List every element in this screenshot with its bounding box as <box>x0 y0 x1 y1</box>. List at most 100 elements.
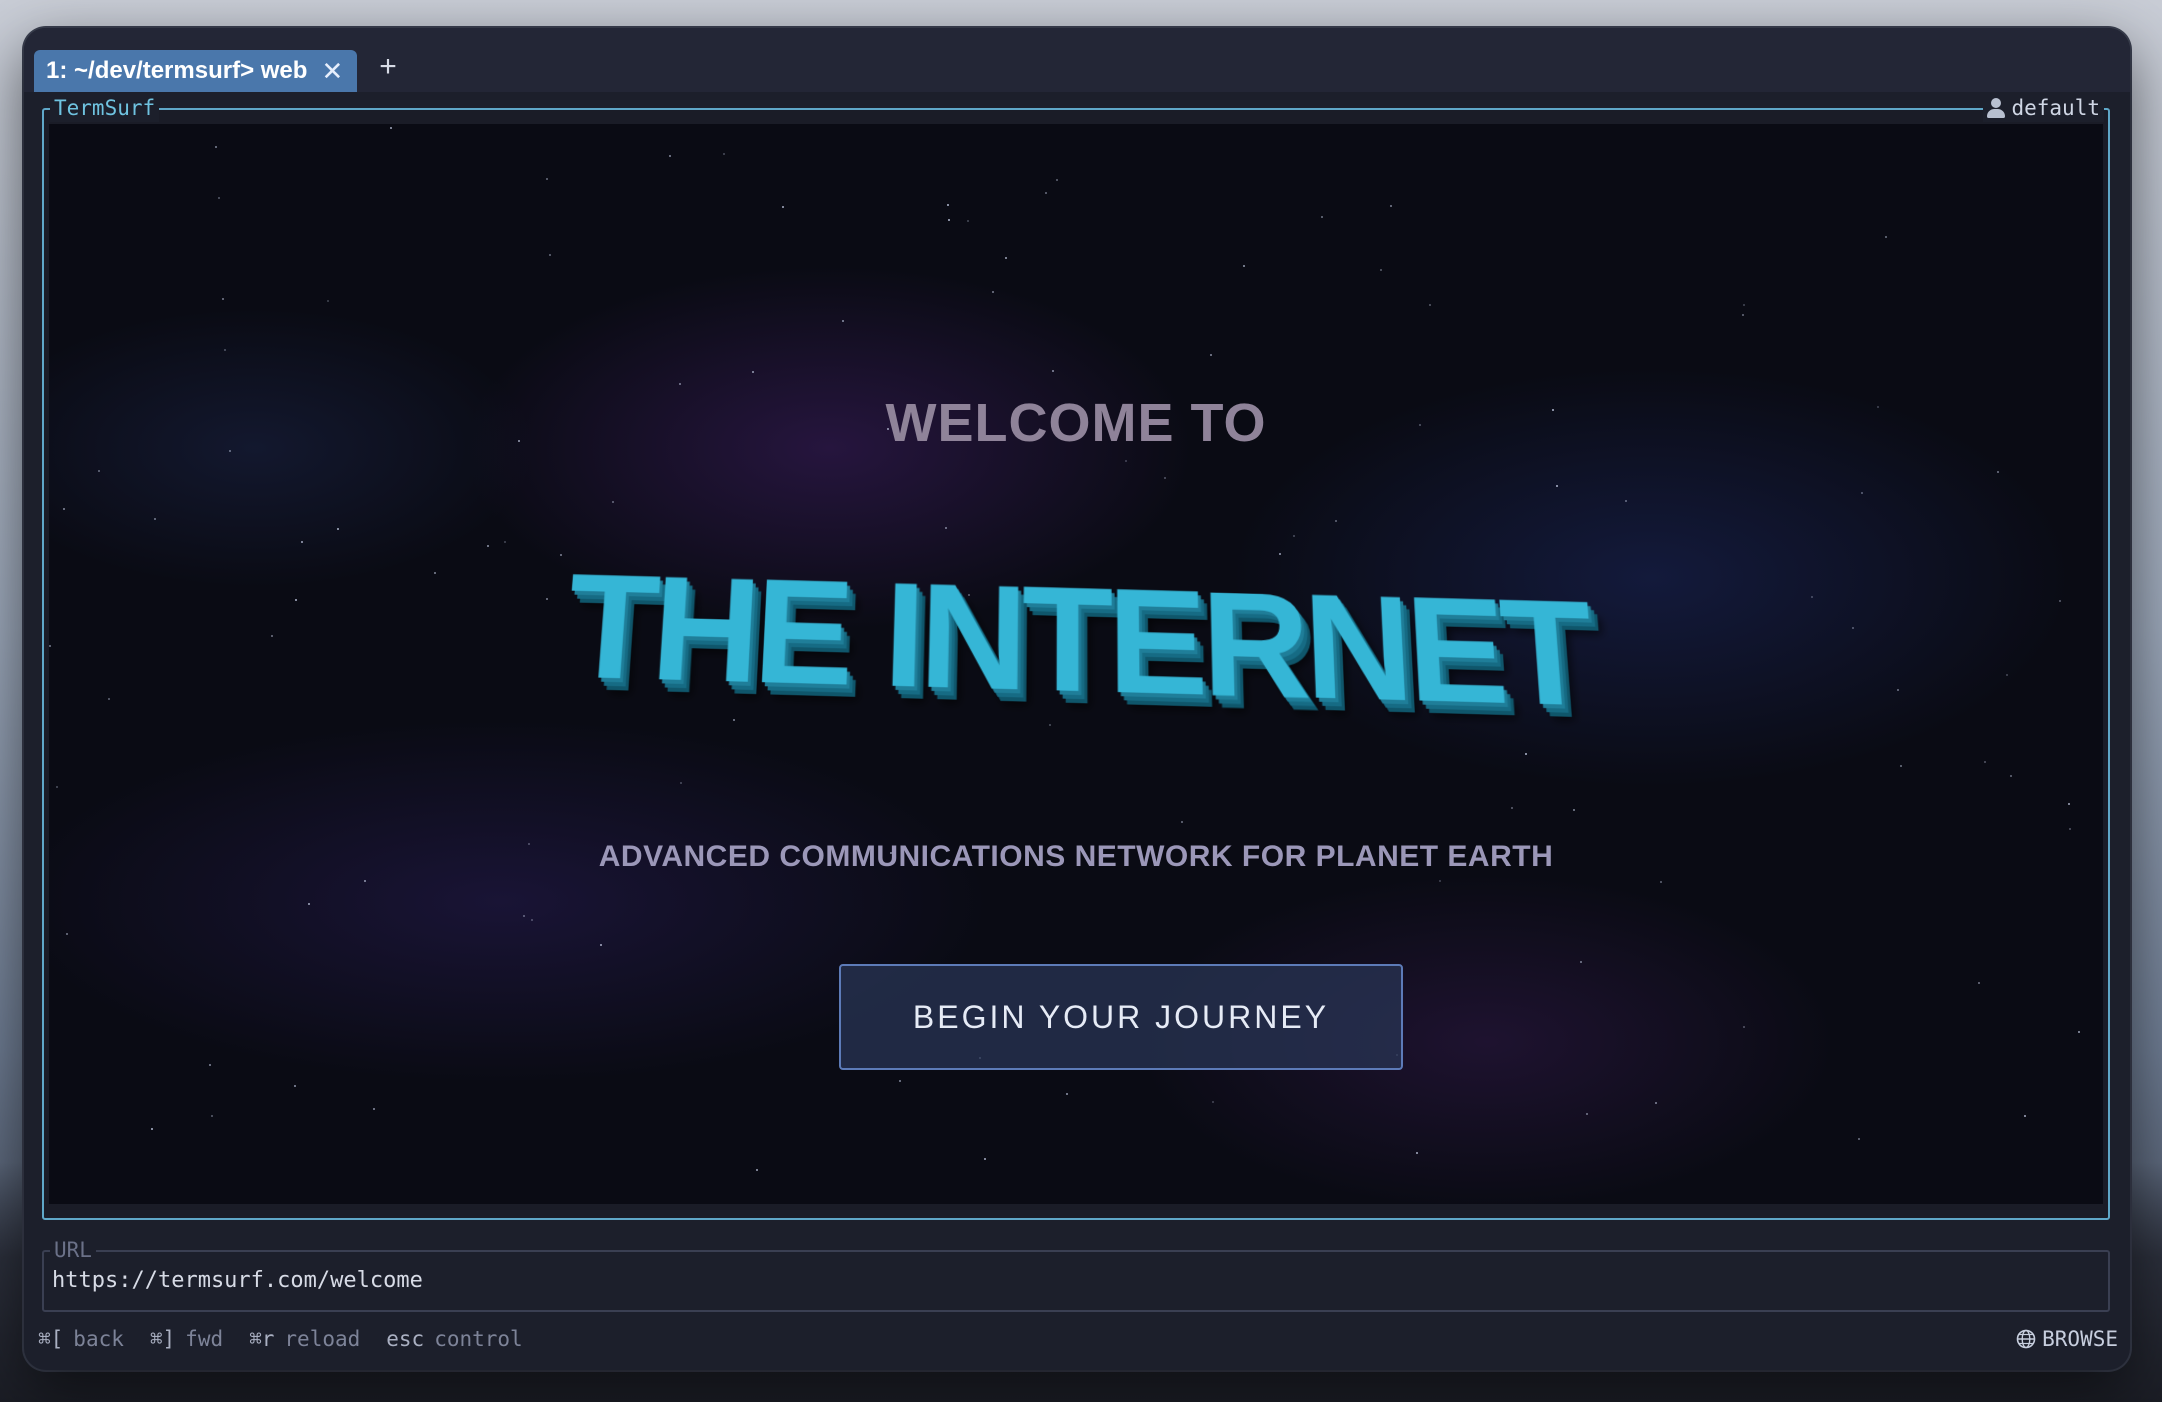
profile-indicator[interactable]: default <box>1983 94 2104 122</box>
tagline: ADVANCED COMMUNICATIONS NETWORK FOR PLAN… <box>598 840 1554 873</box>
hint-key: ⌘] <box>149 1327 176 1351</box>
hint-key: esc <box>386 1327 425 1351</box>
star-decoration <box>1556 485 1558 487</box>
url-label: URL <box>50 1236 96 1264</box>
star-decoration <box>301 541 303 543</box>
url-input[interactable] <box>52 1268 1952 1293</box>
hint-action: back <box>73 1327 124 1351</box>
globe-icon <box>2016 1329 2036 1349</box>
star-decoration <box>680 782 682 784</box>
star-decoration <box>1005 257 1007 259</box>
star-decoration <box>151 1128 153 1130</box>
url-bar: URL <box>42 1236 2110 1312</box>
star-decoration <box>992 291 994 293</box>
star-decoration <box>1984 761 1986 763</box>
star-decoration <box>1049 724 1051 726</box>
star-decoration <box>215 146 217 148</box>
hint-forward: ⌘] fwd <box>150 1327 223 1351</box>
new-tab-button[interactable]: + <box>379 52 397 82</box>
star-decoration <box>842 320 844 322</box>
star-decoration <box>2010 775 2012 777</box>
star-decoration <box>947 204 949 206</box>
mode-label: BROWSE <box>2042 1327 2118 1351</box>
star-decoration <box>723 153 725 155</box>
close-icon[interactable]: ✕ <box>321 58 343 84</box>
hint-key: ⌘r <box>249 1327 275 1351</box>
star-decoration <box>1573 809 1575 811</box>
star-decoration <box>523 915 525 917</box>
star-decoration <box>1660 881 1662 883</box>
internet-headline: THE INTERNET <box>560 543 1594 738</box>
star-decoration <box>222 298 224 300</box>
star-decoration <box>546 178 548 180</box>
star-decoration <box>1885 236 1887 238</box>
star-decoration <box>1293 535 1295 537</box>
star-decoration <box>1380 269 1382 271</box>
user-icon <box>1987 98 2006 118</box>
hint-action: fwd <box>185 1327 224 1351</box>
star-decoration <box>390 127 392 129</box>
star-decoration <box>1429 304 1431 306</box>
star-decoration <box>1742 314 1744 316</box>
star-decoration <box>224 349 226 351</box>
star-decoration <box>1439 880 1441 882</box>
star-decoration <box>1181 821 1183 823</box>
star-decoration <box>373 1108 375 1110</box>
web-viewport[interactable]: WELCOME TO THE INTERNET ADVANCED COMMUNI… <box>49 124 2103 1204</box>
hint-reload: ⌘r reload <box>249 1327 360 1351</box>
star-decoration <box>612 501 614 503</box>
hint-action: reload <box>284 1327 361 1351</box>
star-decoration <box>948 219 950 221</box>
browser-pane: TermSurf default WELCOME TO THE INTERNET… <box>42 94 2110 1220</box>
star-decoration <box>504 541 506 543</box>
begin-journey-button[interactable]: BEGIN YOUR JOURNEY <box>839 964 1403 1070</box>
hint-back: ⌘[ back <box>38 1327 124 1351</box>
star-decoration <box>218 197 220 199</box>
welcome-heading: WELCOME TO <box>885 393 1267 453</box>
star-decoration <box>1525 753 1527 755</box>
star-decoration <box>600 944 602 946</box>
star-decoration <box>154 518 156 520</box>
star-decoration <box>308 903 310 905</box>
star-decoration <box>2024 1115 2026 1117</box>
star-decoration <box>1580 961 1582 963</box>
star-decoration <box>364 880 366 882</box>
star-decoration <box>1978 982 1980 984</box>
star-decoration <box>66 933 68 935</box>
star-decoration <box>782 206 784 208</box>
star-decoration <box>327 300 329 302</box>
star-decoration <box>531 919 533 921</box>
star-decoration <box>1243 265 1245 267</box>
hint-key: ⌘[ <box>38 1327 64 1351</box>
star-decoration <box>1125 460 1127 462</box>
star-decoration <box>967 220 969 222</box>
star-decoration <box>945 527 947 529</box>
mode-indicator: BROWSE <box>2016 1327 2118 1351</box>
star-decoration <box>669 155 671 157</box>
star-decoration <box>679 383 681 385</box>
star-decoration <box>984 1158 986 1160</box>
star-decoration <box>1511 807 1513 809</box>
star-decoration <box>1335 520 1337 522</box>
star-decoration <box>752 371 754 373</box>
star-decoration <box>899 1080 901 1082</box>
star-decoration <box>487 545 489 547</box>
star-decoration <box>1321 216 1323 218</box>
star-decoration <box>63 508 65 510</box>
star-decoration <box>337 528 339 530</box>
hint-action: control <box>434 1327 523 1351</box>
star-decoration <box>1390 205 1392 207</box>
star-decoration <box>1743 1026 1745 1028</box>
tab-label: 1: ~/dev/termsurf> web <box>46 57 308 84</box>
terminal-window: 1: ~/dev/termsurf> web ✕ + TermSurf defa… <box>24 28 2130 1370</box>
star-decoration <box>211 1115 213 1117</box>
tab-termsurf-web[interactable]: 1: ~/dev/termsurf> web ✕ <box>34 50 358 92</box>
star-decoration <box>1045 192 1047 194</box>
star-decoration <box>733 719 735 721</box>
star-decoration <box>56 786 58 788</box>
star-decoration <box>294 1085 296 1087</box>
star-decoration <box>1743 304 1745 306</box>
star-decoration <box>1625 500 1627 502</box>
star-decoration <box>756 1169 758 1171</box>
star-decoration <box>108 698 110 700</box>
